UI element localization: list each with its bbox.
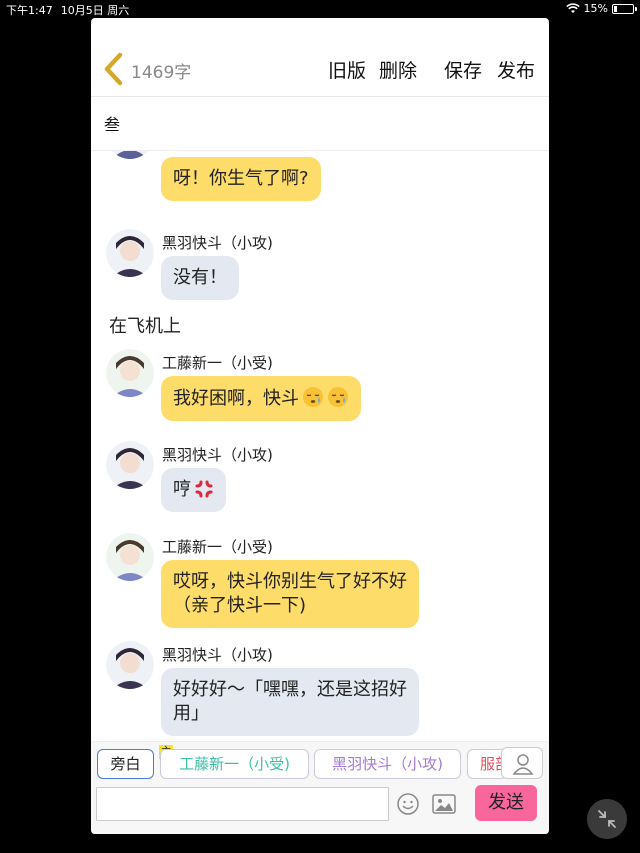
back-arrow-icon[interactable] <box>101 52 125 86</box>
avatar <box>106 533 154 581</box>
sleepy-face-emoji-icon <box>328 387 348 407</box>
message-bubble[interactable]: 好好好～「嘿嘿，还是这招好 用」 <box>161 668 419 736</box>
battery-icon <box>612 3 637 14</box>
status-bar: 下午1:47 10月5日 周六 15% <box>0 0 640 18</box>
speaker-name: 黑羽快斗（小攻) <box>162 234 273 252</box>
message-line: （亲了快斗一下) <box>173 595 307 616</box>
status-date: 10月5日 周六 <box>60 4 130 17</box>
editor-header: 1469字 旧版 删除 保存 发布 <box>91 48 549 92</box>
emoji-icon[interactable] <box>396 792 420 816</box>
role-narration-button[interactable]: 旁白 <box>97 749 154 779</box>
collapse-button[interactable] <box>587 799 627 839</box>
message-input[interactable] <box>96 787 389 821</box>
speaker-name: 黑羽快斗（小攻) <box>162 446 273 464</box>
speaker-name: 黑羽快斗（小攻) <box>162 646 273 664</box>
role-kudo-shinichi-button[interactable]: 工藤新一（小受) <box>160 749 309 779</box>
editor-panel: 1469字 旧版 删除 保存 发布 叁 呀！你生气了啊? 黑羽快斗（小攻) 没有… <box>91 18 549 834</box>
battery-percent: 15% <box>583 2 608 15</box>
message-bubble[interactable]: 哼 <box>161 468 226 512</box>
message-line: 哎呀，快斗你别生气了好不好 <box>173 571 407 592</box>
publish-button[interactable]: 发布 <box>497 56 535 83</box>
avatar <box>106 229 154 277</box>
chapter-title[interactable]: 叁 <box>104 111 120 135</box>
composer-toolbar: 旁白 主 工藤新一（小受) 黑羽快斗（小攻) 服部 发送 <box>91 741 549 834</box>
role-kuroba-kaito-button[interactable]: 黑羽快斗（小攻) <box>314 749 461 779</box>
avatar <box>106 441 154 489</box>
save-button[interactable]: 保存 <box>444 56 482 83</box>
sleepy-face-emoji-icon <box>303 387 323 407</box>
wifi-icon <box>565 3 580 13</box>
user-icon[interactable] <box>501 747 543 779</box>
message-bubble[interactable]: 没有！ <box>161 256 239 300</box>
narration-text[interactable]: 在飞机上 <box>109 312 181 338</box>
message-bubble[interactable]: 我好困啊，快斗 <box>161 376 361 421</box>
chat-area[interactable]: 呀！你生气了啊? 黑羽快斗（小攻) 没有！ 在飞机上 工藤新一（小受) 我好困啊… <box>91 151 549 741</box>
anger-symbol-emoji-icon <box>195 480 213 498</box>
message-bubble[interactable]: 呀！你生气了啊? <box>161 157 321 201</box>
message-line: 好好好～「嘿嘿，还是这招好 <box>173 679 407 700</box>
message-line: 用」 <box>173 703 209 724</box>
collapse-icon <box>598 810 616 828</box>
send-button[interactable]: 发送 <box>475 785 537 821</box>
speaker-name: 工藤新一（小受) <box>162 538 273 556</box>
message-bubble[interactable]: 哎呀，快斗你别生气了好不好 （亲了快斗一下) <box>161 560 419 628</box>
word-count: 1469字 <box>131 63 192 83</box>
message-text: 哼 <box>173 479 191 500</box>
old-version-button[interactable]: 旧版 <box>328 56 366 83</box>
avatar <box>106 641 154 689</box>
delete-button[interactable]: 删除 <box>379 56 417 83</box>
header-divider <box>91 96 549 97</box>
status-time: 下午1:47 <box>6 4 53 17</box>
image-icon[interactable] <box>432 793 456 815</box>
message-text: 我好困啊，快斗 <box>173 388 299 409</box>
speaker-name: 工藤新一（小受) <box>162 354 273 372</box>
avatar <box>106 349 154 397</box>
avatar <box>106 151 154 159</box>
